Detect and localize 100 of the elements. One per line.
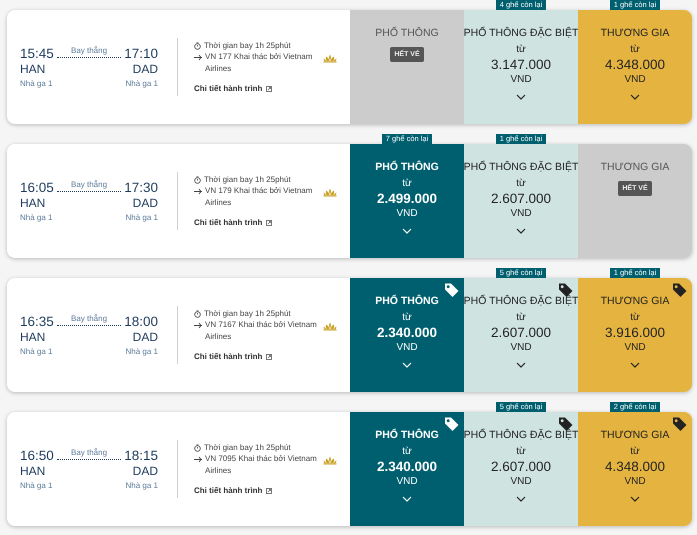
- currency-label: VND: [396, 208, 418, 219]
- stop-label: Bay thẳng: [56, 448, 122, 460]
- terminal-label: Nhà ga 1: [126, 347, 158, 356]
- lotus-icon: [323, 54, 337, 63]
- flight-operator: VN 179 Khai thác bởi Vietnam Airlines: [205, 185, 314, 209]
- flight-duration: Thời gian bay 1h 25phút: [204, 309, 291, 318]
- flight-operator: VN 7167 Khai thác bởi Vietnam Airlines: [205, 319, 317, 343]
- currency-label: VND: [510, 74, 532, 85]
- lotus-icon: [323, 322, 337, 331]
- airport-code: DAD: [132, 62, 158, 76]
- fare-price: 4.348.000: [604, 459, 666, 474]
- fare-option[interactable]: PHỔ THÔNG từ 2.340.000 VND: [350, 278, 464, 392]
- chevron-down-icon: [630, 94, 640, 100]
- from-label: từ: [516, 178, 526, 189]
- lotus-icon: [323, 456, 337, 465]
- chevron-down-icon: [516, 94, 526, 100]
- from-label: từ: [402, 446, 412, 457]
- fare-class-name: THƯƠNG GIA: [600, 27, 670, 39]
- chevron-down-icon: [516, 496, 526, 502]
- fare-option[interactable]: THƯƠNG GIA từ 4.348.000 VND: [578, 10, 692, 124]
- departure-time: 16:35: [20, 314, 54, 330]
- tag-icon: [444, 282, 460, 298]
- currency-label: VND: [510, 208, 532, 219]
- fare-price: 2.340.000: [376, 325, 438, 340]
- flight-duration: Thời gian bay 1h 25phút: [204, 443, 291, 452]
- airport-code: DAD: [132, 196, 158, 210]
- external-link-icon: [266, 86, 272, 92]
- fare-class-name: PHỔ THÔNG ĐẶC BIỆT: [464, 27, 578, 39]
- external-link-icon: [266, 220, 272, 226]
- airport-code: HAN: [20, 464, 46, 478]
- terminal-label: Nhà ga 1: [20, 347, 52, 356]
- external-link-icon: [266, 354, 272, 360]
- stop-label: Bay thẳng: [56, 314, 122, 326]
- fare-option[interactable]: THƯƠNG GIA từ 4.348.000 VND: [578, 412, 692, 526]
- from-label: từ: [630, 446, 640, 457]
- lotus-icon: [323, 188, 337, 197]
- tag-icon: [672, 416, 688, 432]
- fare-class-name: PHỔ THÔNG: [375, 27, 439, 39]
- itinerary-link[interactable]: Chi tiết hành trình: [194, 352, 337, 361]
- fare-price: 4.348.000: [604, 57, 666, 72]
- departure-time: 16:50: [20, 448, 54, 464]
- flight-operator: VN 177 Khai thác bởi Vietnam Airlines: [205, 51, 314, 75]
- departure-time: 15:45: [20, 46, 54, 62]
- currency-label: VND: [624, 342, 646, 353]
- chevron-down-icon: [402, 362, 412, 368]
- fare-option[interactable]: PHỔ THÔNG ĐẶC BIỆT từ 2.607.000 VND: [464, 412, 578, 526]
- fare-option[interactable]: PHỔ THÔNG ĐẶC BIỆT từ 2.607.000 VND: [464, 144, 578, 258]
- external-link-icon: [266, 488, 272, 494]
- fare-option[interactable]: PHỔ THÔNG ĐẶC BIỆT từ 2.607.000 VND: [464, 278, 578, 392]
- airport-code: HAN: [20, 62, 46, 76]
- stop-label: Bay thẳng: [56, 180, 122, 192]
- fare-price: 3.916.000: [604, 325, 666, 340]
- terminal-label: Nhà ga 1: [126, 213, 158, 222]
- fare-price: 2.340.000: [376, 459, 438, 474]
- fare-class-name: PHỔ THÔNG: [375, 161, 439, 173]
- tag-icon: [672, 282, 688, 298]
- terminal-label: Nhà ga 1: [20, 481, 52, 490]
- fare-option[interactable]: THƯƠNG GIA từ 3.916.000 VND: [578, 278, 692, 392]
- currency-label: VND: [624, 476, 646, 487]
- fare-class-name: THƯƠNG GIA: [600, 429, 670, 441]
- airport-code: DAD: [132, 330, 158, 344]
- currency-label: VND: [510, 342, 532, 353]
- fare-option[interactable]: PHỔ THÔNG từ 2.499.000 VND: [350, 144, 464, 258]
- from-label: từ: [630, 44, 640, 55]
- from-label: từ: [402, 312, 412, 323]
- fare-class-name: PHỔ THÔNG: [375, 429, 439, 441]
- terminal-label: Nhà ga 1: [126, 481, 158, 490]
- fare-class-name: THƯƠNG GIA: [600, 161, 670, 173]
- fare-option[interactable]: PHỔ THÔNG ĐẶC BIỆT từ 3.147.000 VND: [464, 10, 578, 124]
- airport-code: HAN: [20, 330, 46, 344]
- chevron-down-icon: [516, 228, 526, 234]
- fare-price: 2.499.000: [376, 191, 438, 206]
- fare-class-name: PHỔ THÔNG ĐẶC BIỆT: [464, 429, 578, 441]
- arrival-time: 17:10: [124, 46, 158, 62]
- fare-price: 3.147.000: [490, 57, 552, 72]
- airport-code: DAD: [132, 464, 158, 478]
- chevron-down-icon: [630, 496, 640, 502]
- fare-option[interactable]: PHỔ THÔNG từ 2.340.000 VND: [350, 412, 464, 526]
- tag-icon: [444, 416, 460, 432]
- airport-code: HAN: [20, 196, 46, 210]
- currency-label: VND: [396, 342, 418, 353]
- stopwatch-icon: [194, 42, 201, 50]
- terminal-label: Nhà ga 1: [126, 79, 158, 88]
- from-label: từ: [402, 178, 412, 189]
- itinerary-link[interactable]: Chi tiết hành trình: [194, 486, 337, 495]
- flight-duration: Thời gian bay 1h 25phút: [204, 175, 291, 184]
- flight-duration: Thời gian bay 1h 25phút: [204, 41, 291, 50]
- departure-time: 16:05: [20, 180, 54, 196]
- chevron-down-icon: [516, 362, 526, 368]
- itinerary-link[interactable]: Chi tiết hành trình: [194, 218, 337, 227]
- flight-operator: VN 7095 Khai thác bởi Vietnam Airlines: [205, 453, 317, 477]
- fare-class-name: PHỔ THÔNG ĐẶC BIỆT: [464, 161, 578, 173]
- fare-class-name: THƯƠNG GIA: [600, 295, 670, 307]
- stop-label: Bay thẳng: [56, 46, 122, 58]
- stopwatch-icon: [194, 176, 201, 184]
- stopwatch-icon: [194, 310, 201, 318]
- arrival-time: 18:00: [124, 314, 158, 330]
- arrival-time: 17:30: [124, 180, 158, 196]
- chevron-down-icon: [402, 228, 412, 234]
- itinerary-link[interactable]: Chi tiết hành trình: [194, 84, 337, 93]
